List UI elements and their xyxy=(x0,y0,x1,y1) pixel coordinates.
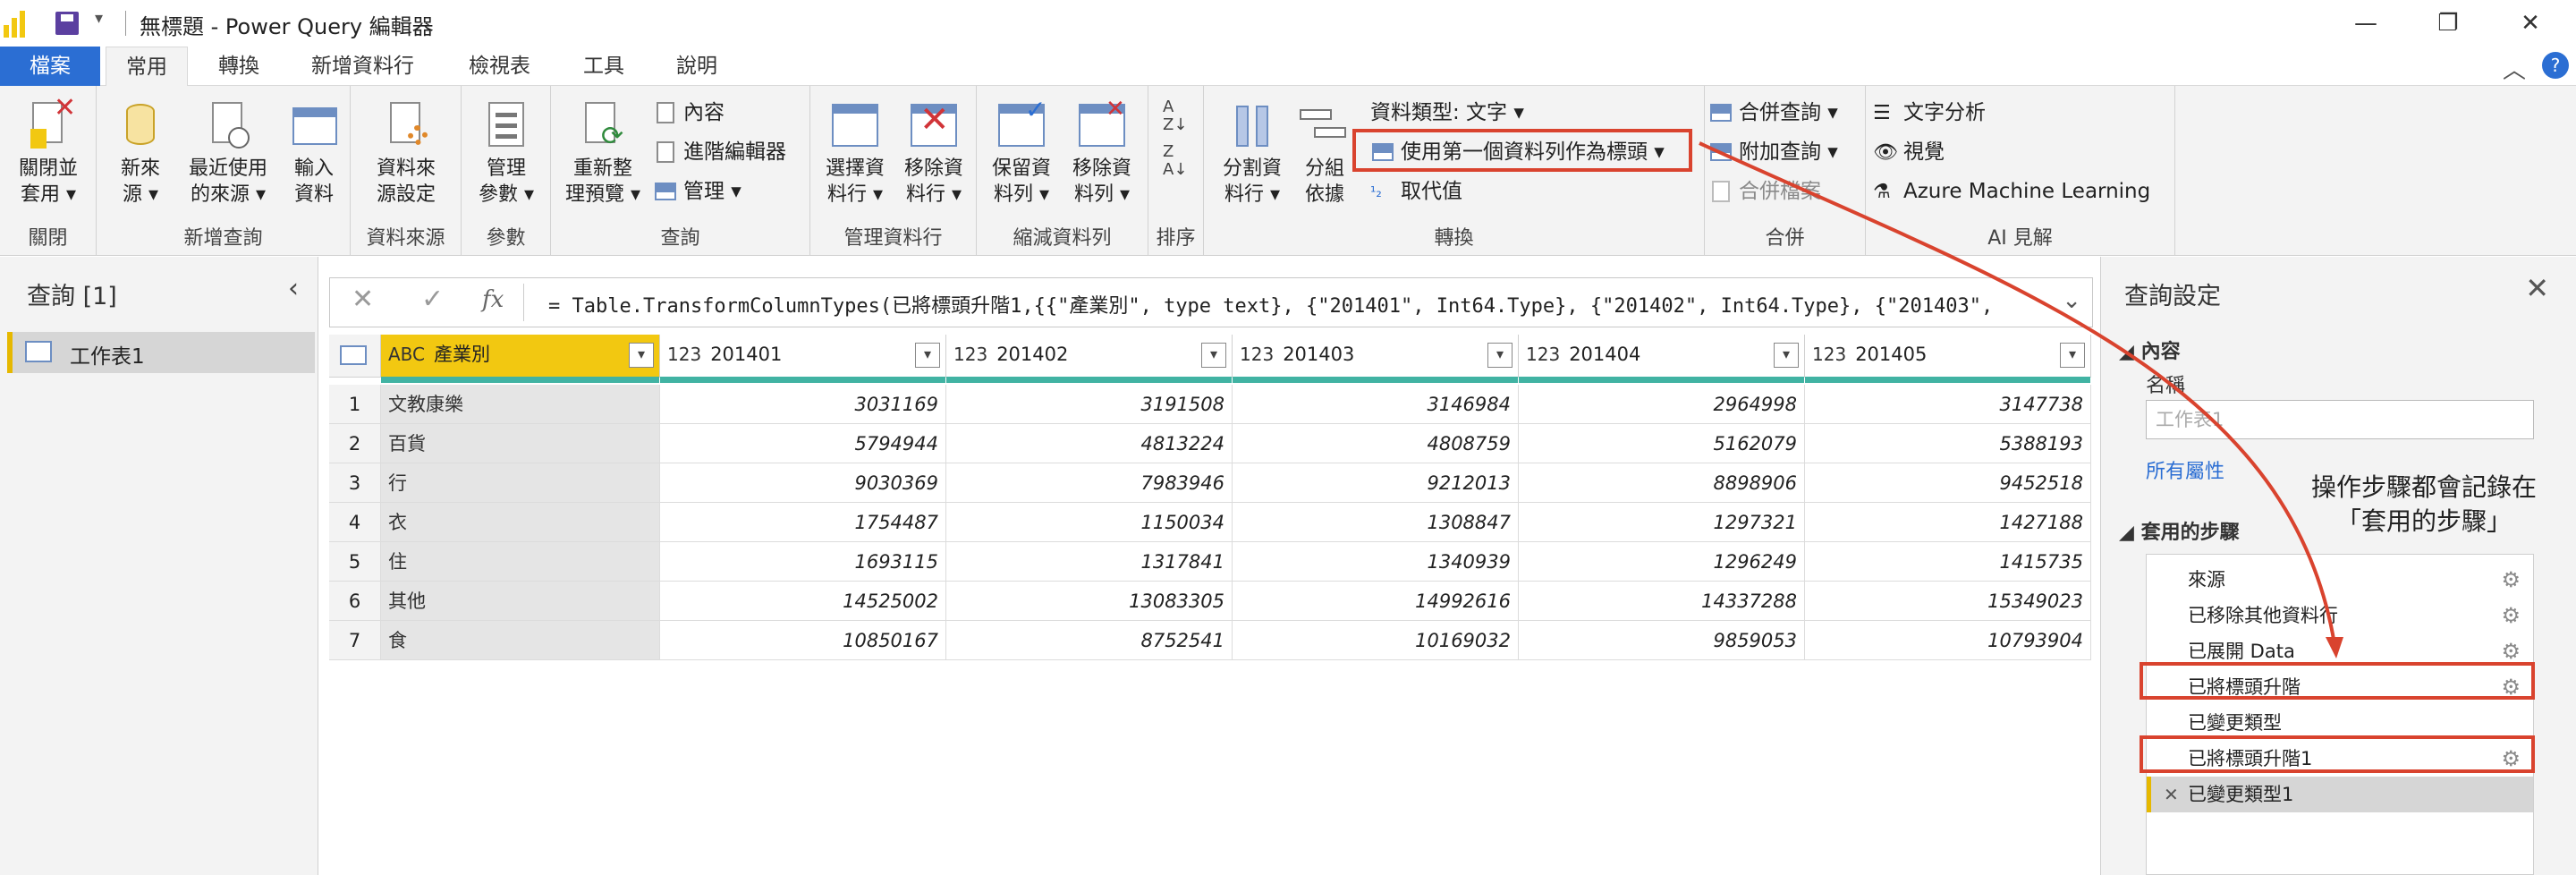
annotation-arrow xyxy=(1699,141,2343,658)
